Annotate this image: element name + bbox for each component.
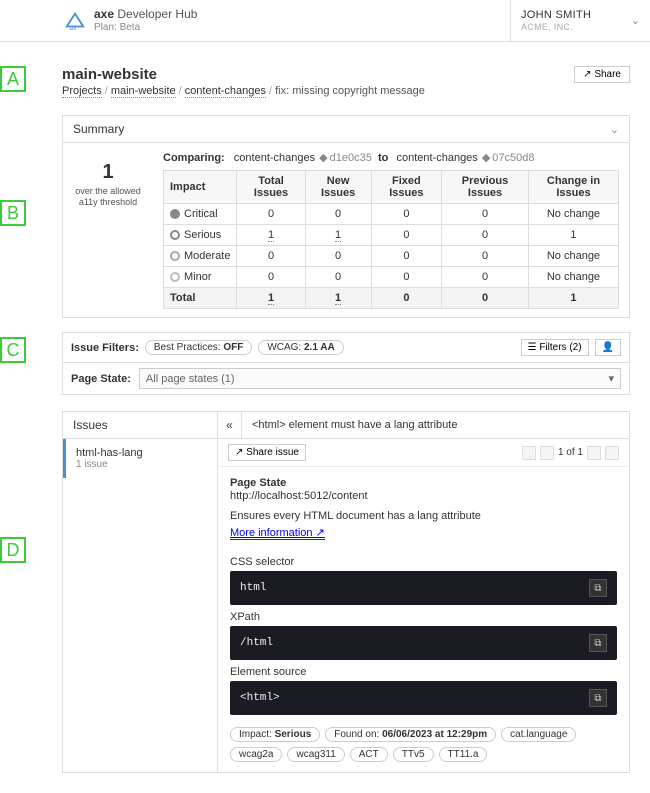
copy-button[interactable]: ⧉: [589, 634, 607, 652]
table-row: Critical0000No change: [164, 204, 619, 225]
issue-list-item[interactable]: html-has-lang 1 issue: [63, 439, 217, 478]
summary-header[interactable]: Summary ⌄: [63, 116, 629, 143]
issue-description: Ensures every HTML document has a lang a…: [230, 510, 617, 522]
pill-wcag[interactable]: WCAG: 2.1 AA: [258, 340, 343, 355]
page-state-select[interactable]: All page states (1)▾: [139, 368, 621, 389]
breadcrumb-leaf: fix: missing copyright message: [275, 85, 425, 97]
css-selector-label: CSS selector: [230, 556, 617, 568]
filters-button[interactable]: ☰ Filters (2): [521, 339, 589, 356]
severity-icon: [170, 209, 180, 219]
page-state-heading: Page State: [230, 477, 617, 489]
user-org: ACME, INC.: [521, 22, 591, 33]
tag-impact: Impact: Serious: [230, 727, 320, 742]
page-state-url: http://localhost:5012/content: [230, 490, 617, 502]
severity-icon: [170, 230, 180, 240]
collapse-button[interactable]: «: [218, 412, 242, 438]
breadcrumb-projects[interactable]: Projects: [62, 85, 102, 98]
page-state-bar: Page State: All page states (1)▾: [62, 363, 630, 395]
chevron-down-icon: ⌄: [631, 14, 640, 27]
table-row: Moderate0000No change: [164, 246, 619, 267]
filters-label: Issue Filters:: [71, 342, 139, 354]
marker-d: D: [0, 537, 26, 563]
tag-found-on: Found on: 06/06/2023 at 12:29pm: [325, 727, 496, 742]
comparing-line: Comparing: content-changes◆d1e0c35 to co…: [163, 151, 619, 164]
tag: TT11.a: [439, 747, 488, 762]
brand-block: ax axe Developer Hub Plan: Beta: [0, 0, 510, 41]
tag: TTv5: [393, 747, 434, 762]
page-state-label: Page State:: [71, 373, 131, 385]
chevron-down-icon: ⌄: [610, 123, 619, 136]
share-issue-button[interactable]: ↗ Share issue: [228, 444, 306, 461]
issues-panel: Issues html-has-lang 1 issue « <html> el…: [62, 411, 630, 773]
copy-button[interactable]: ⧉: [589, 579, 607, 597]
page-title: main-website: [62, 66, 425, 83]
element-source-label: Element source: [230, 666, 617, 678]
copy-button[interactable]: ⧉: [589, 689, 607, 707]
assign-button[interactable]: 👤: [595, 339, 621, 356]
pill-best-practices[interactable]: Best Practices: OFF: [145, 340, 252, 355]
summary-panel: Summary ⌄ 1 over the allowed a11y thresh…: [62, 115, 630, 318]
issue-item-count: 1 issue: [76, 459, 207, 470]
table-row: Serious11001: [164, 225, 619, 246]
marker-b: B: [0, 200, 26, 226]
css-selector-code: html⧉: [230, 571, 617, 605]
axe-logo-icon: ax: [64, 10, 86, 32]
more-information-link[interactable]: More information ↗: [230, 526, 325, 540]
marker-c: C: [0, 337, 26, 363]
issues-heading: Issues: [63, 412, 217, 439]
topbar: ax axe Developer Hub Plan: Beta JOHN SMI…: [0, 0, 650, 42]
brand-plan: Plan: Beta: [94, 22, 197, 33]
pager-first[interactable]: [522, 446, 536, 460]
summary-heading: Summary: [73, 122, 124, 136]
element-source-code: <html>⧉: [230, 681, 617, 715]
severity-icon: [170, 272, 180, 282]
xpath-code: /html⧉: [230, 626, 617, 660]
user-menu[interactable]: JOHN SMITH ACME, INC. ⌄: [510, 0, 650, 41]
share-button[interactable]: ↗ Share: [574, 66, 630, 83]
tag: ACT: [350, 747, 388, 762]
breadcrumb: Projects/main-website/content-changes/fi…: [62, 85, 425, 97]
marker-a: A: [0, 66, 26, 92]
tag-list: Impact: Serious Found on: 06/06/2023 at …: [230, 727, 617, 762]
breadcrumb-branch[interactable]: content-changes: [185, 85, 266, 98]
pager-next[interactable]: [587, 446, 601, 460]
impact-table: Impact Total Issues New Issues Fixed Iss…: [163, 170, 619, 309]
table-row-total: Total11001: [164, 288, 619, 309]
pager-text: 1 of 1: [558, 447, 583, 458]
xpath-label: XPath: [230, 611, 617, 623]
pager-last[interactable]: [605, 446, 619, 460]
issue-item-title: html-has-lang: [76, 447, 207, 459]
issue-title: <html> element must have a lang attribut…: [242, 413, 629, 437]
pager-prev[interactable]: [540, 446, 554, 460]
pager: 1 of 1: [522, 446, 619, 460]
table-row: Minor0000No change: [164, 267, 619, 288]
tag: cat.language: [501, 727, 576, 742]
tag: wcag311: [287, 747, 344, 762]
severity-icon: [170, 251, 180, 261]
threshold-over-caption: over the allowed a11y threshold: [69, 186, 147, 208]
user-name: JOHN SMITH: [521, 9, 591, 22]
issue-filters-bar: Issue Filters: Best Practices: OFF WCAG:…: [62, 332, 630, 363]
threshold-over-count: 1: [69, 161, 147, 184]
tag: wcag2a: [230, 747, 282, 762]
svg-text:ax: ax: [70, 25, 78, 32]
brand-title: axe Developer Hub: [94, 8, 197, 21]
breadcrumb-site[interactable]: main-website: [111, 85, 176, 98]
